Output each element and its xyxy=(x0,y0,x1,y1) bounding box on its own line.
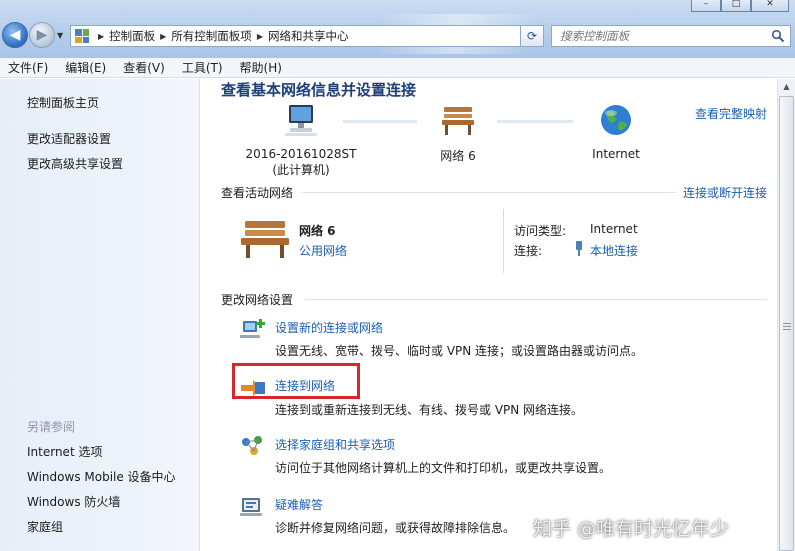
back-button[interactable]: ◀ xyxy=(2,22,28,48)
refresh-icon: ⟳ xyxy=(526,29,538,43)
map-network[interactable]: 网络 6 xyxy=(423,103,493,164)
watermark: 知乎 @唯有时光忆年少 xyxy=(533,518,730,540)
breadcrumb-separator[interactable]: ▶ xyxy=(257,32,263,41)
connection-label: 连接: xyxy=(514,244,543,258)
scroll-up-button[interactable]: ▲ xyxy=(778,79,795,95)
maximize-button[interactable]: □ xyxy=(721,0,751,12)
see-also-heading: 另请参阅 xyxy=(27,420,76,434)
refresh-button[interactable]: ⟳ xyxy=(520,25,544,47)
computer-note: (此计算机) xyxy=(272,163,330,177)
vertical-divider xyxy=(503,209,504,273)
see-also-firewall[interactable]: Windows 防火墙 xyxy=(27,493,120,510)
grip-line xyxy=(783,329,791,330)
forward-button[interactable]: ▶ xyxy=(29,22,55,48)
minimize-button[interactable]: – xyxy=(691,0,721,12)
task-new-connection[interactable]: 设置新的连接或网络 xyxy=(275,319,383,336)
arrow-left-icon: ◀ xyxy=(9,27,21,43)
network-name: 网络 6 xyxy=(440,149,476,163)
bench-icon xyxy=(442,107,474,135)
section-divider xyxy=(301,192,676,193)
task-homegroup-sharing-desc: 访问位于其他网络计算机上的文件和打印机，或更改共享设置。 xyxy=(275,461,612,475)
computer-icon xyxy=(285,105,317,136)
access-type-label: 访问类型: xyxy=(514,224,567,238)
see-also-mobile-center[interactable]: Windows Mobile 设备中心 xyxy=(27,468,176,485)
arrow-right-icon: ▶ xyxy=(36,27,48,43)
section-divider xyxy=(305,299,767,300)
menu-edit[interactable]: 编辑(E) xyxy=(65,59,106,76)
active-networks-heading: 查看活动网络 xyxy=(221,186,294,200)
task-troubleshoot-desc: 诊断并修复网络问题，或获得故障排除信息。 xyxy=(275,521,516,535)
see-also-internet-options[interactable]: Internet 选项 xyxy=(27,443,102,460)
see-also-homegroup[interactable]: 家庭组 xyxy=(27,518,63,535)
map-connector xyxy=(497,120,573,123)
access-type-value: Internet xyxy=(590,222,638,236)
main-pane: 查看基本网络信息并设置连接 查看完整映射 2016-20161028ST (此计… xyxy=(201,79,777,551)
map-internet[interactable]: Internet xyxy=(581,103,651,161)
page-title: 查看基本网络信息并设置连接 xyxy=(221,81,417,99)
left-pane: 控制面板主页 更改适配器设置 更改高级共享设置 另请参阅 Internet 选项… xyxy=(0,79,200,551)
task-new-connection-desc: 设置无线、宽带、拨号、临时或 VPN 连接；或设置路由器或访问点。 xyxy=(275,344,644,358)
bench-icon xyxy=(241,221,289,258)
search-input[interactable] xyxy=(560,29,760,43)
local-connection-link[interactable]: 本地连接 xyxy=(590,242,638,259)
menu-help[interactable]: 帮助(H) xyxy=(240,59,282,76)
map-connector xyxy=(343,120,417,123)
vertical-scrollbar[interactable]: ▲ xyxy=(777,79,795,551)
new-connection-icon xyxy=(240,319,265,338)
scroll-thumb[interactable] xyxy=(779,96,794,551)
menu-file[interactable]: 文件(F) xyxy=(8,59,48,76)
breadcrumb-separator[interactable]: ▶ xyxy=(160,32,166,41)
menu-bar: 文件(F) 编辑(E) 查看(V) 工具(T) 帮助(H) xyxy=(0,58,795,78)
sidebar-link-home[interactable]: 控制面板主页 xyxy=(27,94,99,111)
task-troubleshoot[interactable]: 疑难解答 xyxy=(275,496,323,513)
breadcrumb-control-panel[interactable]: 控制面板 xyxy=(109,28,155,44)
grip-line xyxy=(783,326,791,327)
active-network-name: 网络 6 xyxy=(299,224,336,238)
sidebar-link-adapter-settings[interactable]: 更改适配器设置 xyxy=(27,130,111,147)
task-connect-to-network-desc: 连接到或重新连接到无线、有线、拨号或 VPN 网络连接。 xyxy=(275,403,584,417)
connect-disconnect-link[interactable]: 连接或断开连接 xyxy=(683,184,767,201)
internet-label: Internet xyxy=(592,147,640,161)
recent-pages-dropdown[interactable]: ▼ xyxy=(57,31,63,40)
full-map-link[interactable]: 查看完整映射 xyxy=(695,105,767,122)
network-type-link[interactable]: 公用网络 xyxy=(299,242,347,259)
computer-name: 2016-20161028ST xyxy=(245,147,357,161)
globe-icon xyxy=(601,105,631,135)
address-bar[interactable]: ▶ 控制面板 ▶ 所有控制面板项 ▶ 网络和共享中心 ▼ xyxy=(70,25,541,47)
homegroup-icon xyxy=(242,436,262,455)
task-homegroup-sharing[interactable]: 选择家庭组和共享选项 xyxy=(275,436,395,453)
menu-tools[interactable]: 工具(T) xyxy=(182,59,223,76)
title-bar: – □ ✕ ◀ ▶ ▼ ▶ 控制面板 ▶ 所有控制面板项 ▶ 网络和共享中心 ▼… xyxy=(0,0,795,58)
connect-network-icon xyxy=(241,380,265,396)
breadcrumb-network-center[interactable]: 网络和共享中心 xyxy=(268,28,349,44)
close-button[interactable]: ✕ xyxy=(751,0,789,12)
change-settings-heading: 更改网络设置 xyxy=(221,293,294,307)
window-controls: – □ ✕ xyxy=(691,0,789,12)
search-box[interactable] xyxy=(551,25,791,47)
search-icon[interactable] xyxy=(771,29,785,43)
control-panel-icon xyxy=(75,29,89,43)
map-computer[interactable]: 2016-20161028ST (此计算机) xyxy=(241,103,361,178)
troubleshoot-icon xyxy=(240,498,262,516)
breadcrumb-separator[interactable]: ▶ xyxy=(98,32,104,41)
sidebar-link-advanced-sharing[interactable]: 更改高级共享设置 xyxy=(27,155,123,172)
breadcrumb-all-items[interactable]: 所有控制面板项 xyxy=(171,28,252,44)
grip-line xyxy=(783,323,791,324)
task-connect-to-network[interactable]: 连接到网络 xyxy=(275,377,335,394)
menu-view[interactable]: 查看(V) xyxy=(123,59,165,76)
network-adapter-icon xyxy=(576,241,582,256)
